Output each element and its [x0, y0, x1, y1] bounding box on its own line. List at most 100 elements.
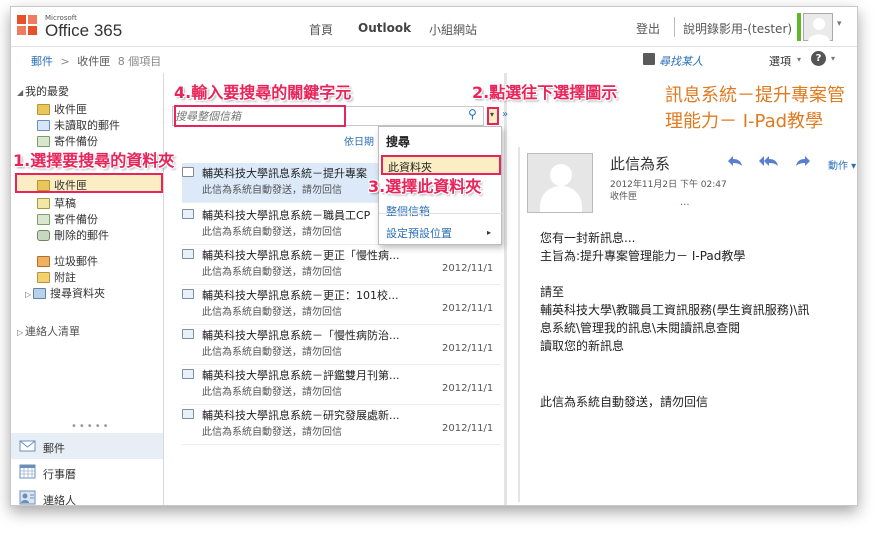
- top-bar: Microsoft Office 365 首頁 Outlook 小組網站 登出 …: [11, 7, 857, 47]
- sender-name[interactable]: 此信為系: [610, 153, 670, 174]
- favorite-inbox[interactable]: 收件匣: [37, 101, 87, 117]
- outlook-window: Microsoft Office 365 首頁 Outlook 小組網站 登出 …: [10, 6, 858, 506]
- folder-label: 刪除的郵件: [54, 229, 109, 242]
- submenu-arrow-icon: ▸: [487, 228, 492, 237]
- folder-label: 寄件備份: [54, 213, 98, 226]
- reply-all-icon[interactable]: [759, 155, 779, 171]
- message-row[interactable]: 輔英科技大學訊息系統－研究發展處新... 此信為系統自動發送，請勿回信 2012…: [182, 405, 500, 445]
- expand-triangle-icon[interactable]: ▷: [25, 290, 33, 299]
- menu-title: 搜尋: [386, 135, 411, 149]
- folder-label: 垃圾郵件: [54, 255, 98, 268]
- annotation-step1: 1.選擇要搜尋的資料夾: [13, 151, 175, 170]
- options-menu[interactable]: 選項: [769, 53, 791, 69]
- message-from: 輔英科技大學訊息系統－評鑑雙月刊第...: [202, 369, 400, 382]
- junk-mail-icon: [37, 256, 50, 267]
- forward-icon[interactable]: [795, 155, 811, 171]
- message-preview: 此信為系統自動發送，請勿回信: [202, 267, 342, 278]
- folder-search-folders[interactable]: ▷ 搜尋資料夾: [25, 285, 105, 301]
- message-preview: 此信為系統自動發送，請勿回信: [202, 227, 342, 238]
- nav-team-sites[interactable]: 小組網站: [429, 21, 477, 38]
- folder-inbox[interactable]: 收件匣: [37, 177, 87, 193]
- message-preview: 此信為系統自動發送，請勿回信: [202, 427, 342, 438]
- message-row[interactable]: 輔英科技大學訊息系統－更正「慢性病... 此信為系統自動發送，請勿回信 2012…: [182, 245, 500, 285]
- signout-link[interactable]: 登出: [636, 20, 660, 37]
- search-scope-dropdown[interactable]: ▾: [487, 107, 499, 125]
- checkbox-icon[interactable]: [182, 167, 194, 177]
- sent-items-icon: [37, 136, 50, 147]
- body-text: 請至: [540, 285, 565, 299]
- message-from: 輔英科技大學訊息系統－更正：101校...: [202, 289, 399, 302]
- user-silhouette-body: [540, 186, 582, 212]
- envelope-icon: [182, 369, 194, 379]
- body-text: 您有一封新訊息...: [540, 231, 636, 245]
- expand-triangle-icon[interactable]: ▷: [17, 328, 25, 337]
- chevron-down-icon[interactable]: ▾: [797, 55, 801, 64]
- folder-junk[interactable]: 垃圾郵件: [37, 253, 98, 269]
- inbox-icon: [37, 104, 50, 115]
- body-text: 輔英科技大學\教職員工資訊服務(學生資訊服務)\訊: [540, 303, 810, 317]
- message-from: 輔英科技大學訊息系統－更正「慢性病...: [202, 249, 400, 262]
- calendar-icon: [19, 464, 36, 479]
- mail-icon: [19, 438, 36, 453]
- folder-label: 收件匣: [54, 179, 87, 192]
- expand-search-icon[interactable]: »: [502, 109, 508, 120]
- collapse-triangle-icon[interactable]: ◢: [17, 88, 25, 97]
- nav-home[interactable]: 首頁: [309, 21, 333, 38]
- menu-item-this-folder[interactable]: 此資料夾: [381, 155, 501, 175]
- breadcrumb-mail[interactable]: 郵件: [31, 55, 53, 68]
- contacts-list-header[interactable]: ▷ 連絡人清單: [17, 323, 80, 339]
- envelope-icon: [182, 209, 194, 219]
- nav-mail[interactable]: 郵件: [11, 433, 163, 459]
- menu-item-set-default[interactable]: 設定預設位置: [386, 225, 452, 241]
- chevron-down-icon[interactable]: ▾: [837, 19, 842, 29]
- message-date: 2012/11/1: [442, 383, 494, 394]
- contacts-list-label: 連絡人清單: [25, 325, 80, 338]
- presence-indicator: [797, 13, 801, 41]
- nav-label: 郵件: [43, 442, 65, 455]
- resize-handle[interactable]: •••••: [71, 421, 111, 432]
- reply-icon[interactable]: [727, 155, 743, 171]
- sort-by-date[interactable]: 依日期: [344, 133, 374, 148]
- search-icon[interactable]: ⚲: [468, 107, 482, 125]
- office365-logo[interactable]: Microsoft Office 365: [17, 13, 167, 41]
- folder-label: 草稿: [54, 197, 76, 210]
- message-row[interactable]: 輔英科技大學訊息系統－評鑑雙月刊第... 此信為系統自動發送，請勿回信 2012…: [182, 365, 500, 405]
- nav-calendar[interactable]: 行事曆: [11, 459, 163, 485]
- folder-label: 收件匣: [54, 103, 87, 116]
- folder-notes[interactable]: 附註: [37, 269, 76, 285]
- message-row[interactable]: 輔英科技大學訊息系統－「慢性病防治... 此信為系統自動發送，請勿回信 2012…: [182, 325, 500, 365]
- nav-contacts[interactable]: 連絡人: [11, 485, 163, 505]
- chevron-down-icon[interactable]: ▾: [831, 54, 835, 63]
- body-text: 此信為系統自動發送，請勿回信: [540, 395, 709, 409]
- logo-product: Office 365: [45, 21, 123, 40]
- folder-sent[interactable]: 寄件備份: [37, 211, 98, 227]
- find-people-link[interactable]: 尋找某人: [659, 53, 703, 69]
- message-row[interactable]: 輔英科技大學訊息系統－更正：101校... 此信為系統自動發送，請勿回信 201…: [182, 285, 500, 325]
- chevron-down-icon: ▾: [490, 110, 495, 119]
- search-annotation-box: [174, 105, 346, 127]
- recycle-icon: [37, 230, 50, 241]
- envelope-icon: [182, 289, 194, 299]
- folder-deleted[interactable]: 刪除的郵件: [37, 227, 109, 243]
- message-folder: 收件匣: [610, 192, 638, 202]
- favorites-header[interactable]: ◢ 我的最愛: [17, 83, 69, 99]
- help-icon[interactable]: ?: [811, 51, 826, 66]
- actions-menu[interactable]: 動作 ▾: [828, 157, 856, 172]
- address-book-icon[interactable]: [643, 53, 655, 65]
- folder-drafts[interactable]: 草稿: [37, 195, 76, 211]
- annotation-step2: 2.點選往下選擇圖示: [472, 83, 618, 102]
- message-preview: 此信為系統自動發送，請勿回信: [202, 307, 342, 318]
- avatar[interactable]: [803, 13, 833, 42]
- message-date: 2012/11/1: [442, 423, 494, 434]
- message-preview: 此信為系統自動發送，請勿回信: [202, 347, 342, 358]
- favorite-unread[interactable]: 未讀取的郵件: [37, 117, 120, 133]
- envelope-icon: [182, 249, 194, 259]
- menu-item-entire-mailbox[interactable]: 整個信箱: [386, 203, 430, 219]
- drafts-icon: [37, 198, 50, 209]
- user-name[interactable]: 說明錄影用-(tester): [683, 20, 792, 37]
- more-details-link[interactable]: ...: [680, 197, 690, 208]
- message-from: 輔英科技大學訊息系統－「慢性病防治...: [202, 329, 400, 342]
- nav-outlook[interactable]: Outlook: [358, 21, 411, 35]
- search-folder-icon: [33, 288, 46, 299]
- actions-label: 動作: [828, 161, 848, 172]
